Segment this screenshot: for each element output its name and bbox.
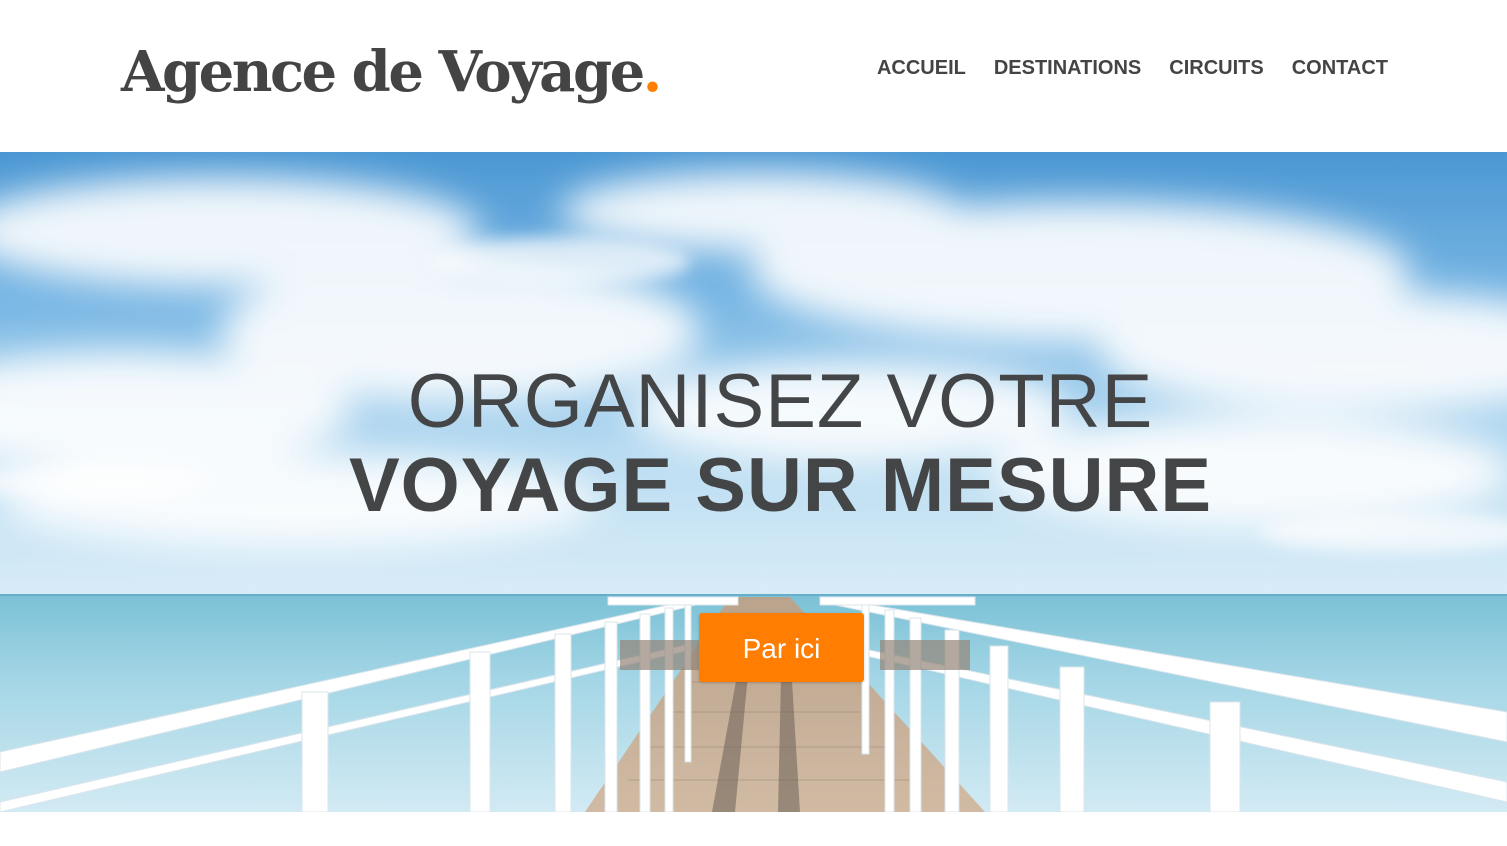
hero-section: ORGANISEZ VOTRE VOYAGE SUR MESURE Par ic… [0,152,1507,812]
par-ici-button[interactable]: Par ici [699,613,864,682]
hero-headline-line1: ORGANISEZ VOTRE [407,359,1154,444]
main-nav: ACCUEIL DESTINATIONS CIRCUITS CONTACT [877,54,1388,82]
nav-link-accueil[interactable]: ACCUEIL [877,54,966,82]
site-logo[interactable]: Agence de Voyage. [121,36,663,108]
nav-link-circuits[interactable]: CIRCUITS [1169,54,1263,82]
nav-link-destinations[interactable]: DESTINATIONS [994,54,1141,82]
logo-text: Agence de Voyage [121,39,645,105]
nav-link-contact[interactable]: CONTACT [1292,54,1388,82]
hero-headline-line2: VOYAGE SUR MESURE [348,443,1213,528]
site-header: Agence de Voyage. ACCUEIL DESTINATIONS C… [0,0,1507,152]
hero-headline: ORGANISEZ VOTRE VOYAGE SUR MESURE [0,360,1507,528]
logo-dot: . [642,39,663,105]
